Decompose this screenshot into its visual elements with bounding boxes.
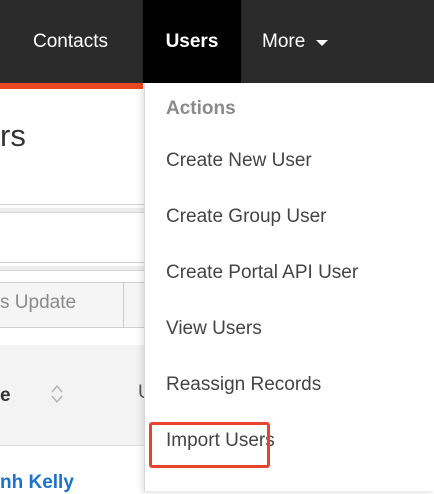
nav-tab-more[interactable]: More xyxy=(262,0,329,83)
nav-tab-users-label: Users xyxy=(165,30,219,52)
column-header-name[interactable]: e xyxy=(0,385,11,407)
button-divider xyxy=(123,282,124,327)
divider xyxy=(0,262,150,263)
filter-field-edge[interactable] xyxy=(0,266,150,271)
page-title: rs xyxy=(0,118,26,153)
caret-down-icon xyxy=(316,39,329,46)
divider xyxy=(0,204,150,205)
nav-tab-users[interactable]: Users xyxy=(143,0,241,83)
nav-tab-contacts[interactable]: Contacts xyxy=(33,0,108,83)
search-field-edge[interactable] xyxy=(0,208,150,213)
menu-item-create-portal-api-user[interactable]: Create Portal API User xyxy=(166,262,358,284)
menu-item-create-new-user[interactable]: Create New User xyxy=(166,150,312,172)
nav-tab-contacts-label: Contacts xyxy=(33,30,108,52)
list-column-header-row xyxy=(0,345,150,446)
mass-update-label: s Update xyxy=(0,292,77,313)
menu-item-create-group-user[interactable]: Create Group User xyxy=(166,206,327,228)
menu-item-reassign-records[interactable]: Reassign Records xyxy=(166,374,321,396)
nav-tab-more-label: More xyxy=(262,30,306,52)
highlight-box xyxy=(149,422,270,468)
sort-icon[interactable] xyxy=(51,383,63,405)
menu-item-view-users[interactable]: View Users xyxy=(166,318,262,340)
active-module-accent-bar xyxy=(0,83,143,89)
menu-section-header: Actions xyxy=(166,98,236,119)
